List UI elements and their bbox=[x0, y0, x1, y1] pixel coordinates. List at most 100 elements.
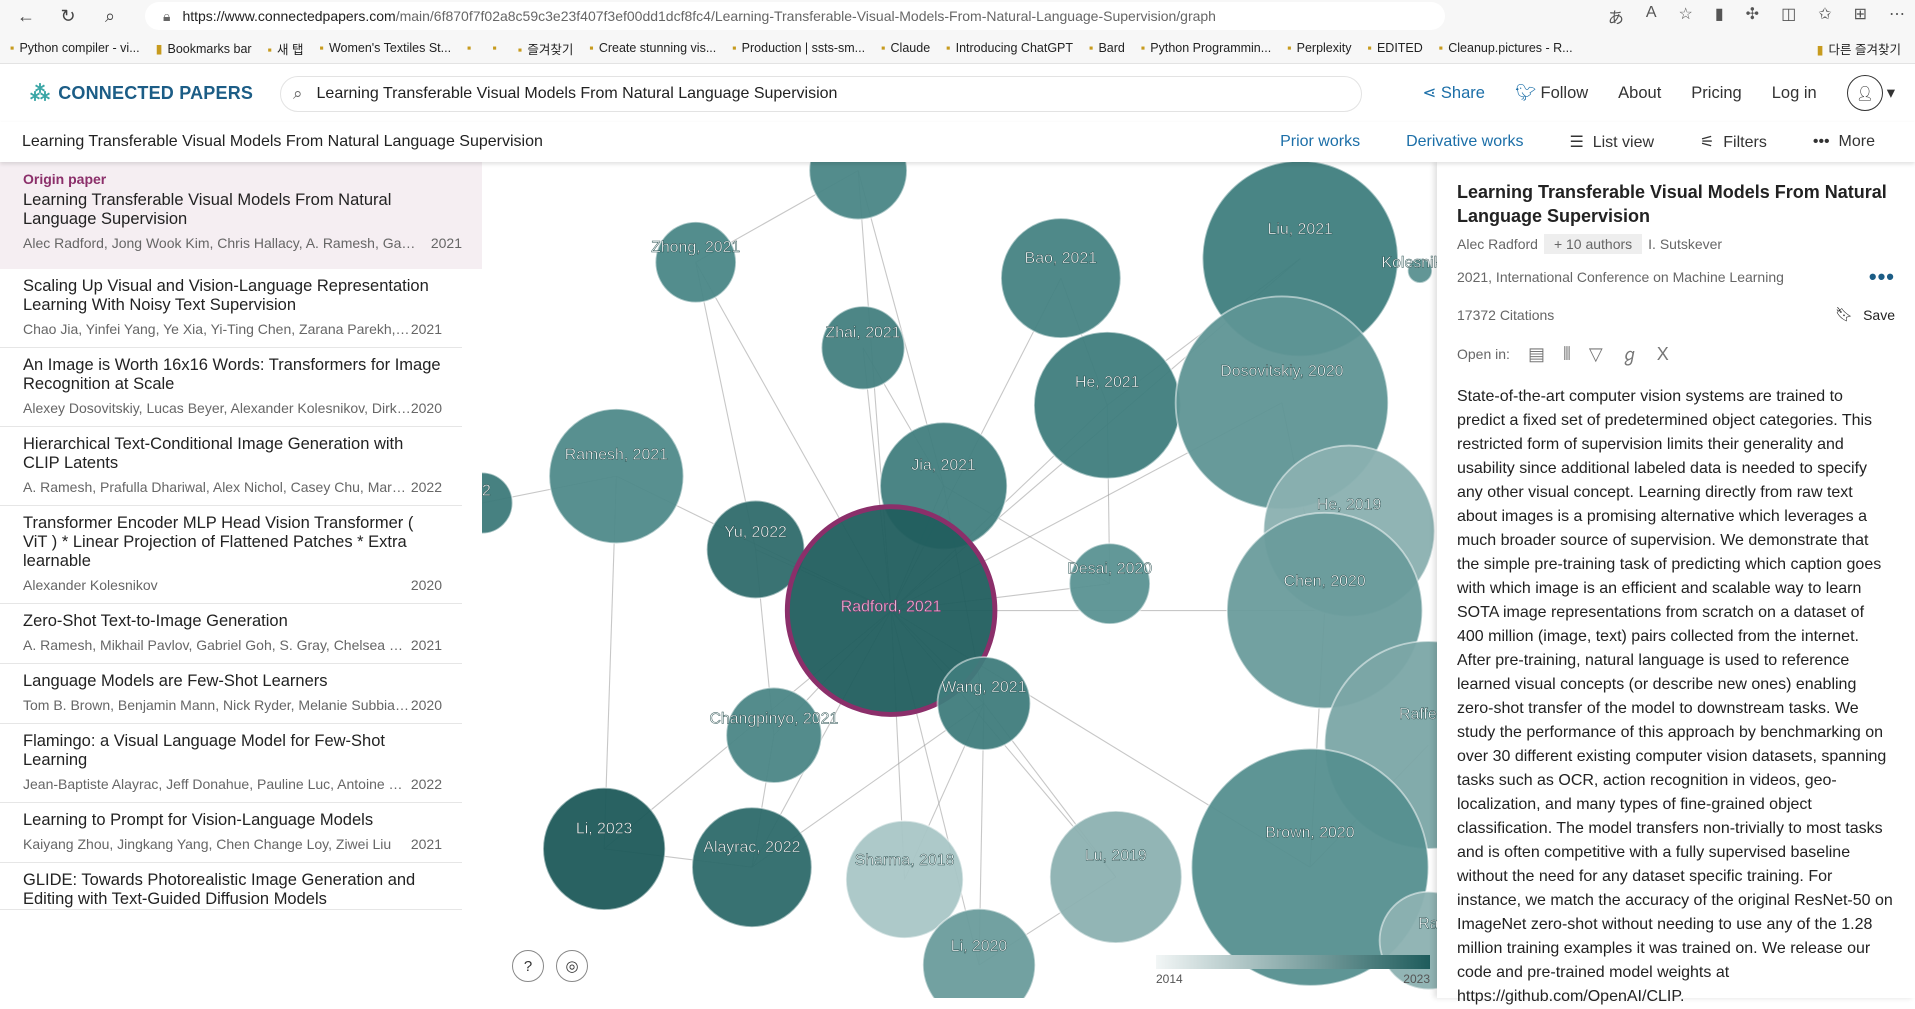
list-item[interactable]: Learning to Prompt for Vision-Language M… bbox=[0, 803, 462, 863]
back-icon[interactable]: ← bbox=[10, 6, 42, 27]
derivative-works-button[interactable]: Derivative works bbox=[1406, 133, 1523, 151]
list-item[interactable]: Transformer Encoder MLP Head Vision Tran… bbox=[0, 506, 462, 604]
graph-node[interactable]: Zhong, 2021 bbox=[651, 220, 741, 304]
graph-node[interactable]: Changpinyo, 2021 bbox=[709, 686, 839, 784]
node-circle[interactable] bbox=[542, 786, 667, 911]
bookmark-item[interactable]: ▪ 새 탭 bbox=[268, 39, 304, 58]
bookmark-item[interactable]: ▪ EDITED bbox=[1368, 41, 1423, 55]
list-item[interactable]: Flamingo: a Visual Language Model for Fe… bbox=[0, 724, 462, 803]
graph-node[interactable]: Lu, 2019 bbox=[1048, 810, 1183, 944]
node-circle[interactable] bbox=[691, 806, 813, 929]
bookmark-item[interactable]: ▪ Python Programmin... bbox=[1141, 41, 1271, 55]
google-scholar-icon[interactable]: ℊ bbox=[1621, 341, 1639, 367]
list-item[interactable]: Hierarchical Text-Conditional Image Gene… bbox=[0, 427, 462, 506]
puzzle-icon[interactable]: ✣ bbox=[1746, 4, 1759, 28]
bookmark-item[interactable]: ▪ Bard bbox=[1089, 41, 1125, 55]
graph-node[interactable]: Wang, 2021 bbox=[936, 656, 1032, 751]
bookmark-item[interactable]: ▪ Women's Textiles St... bbox=[320, 41, 452, 55]
bookmark-item[interactable]: ▪ Python compiler - vi... bbox=[10, 41, 140, 55]
x-icon[interactable]: X bbox=[1657, 344, 1669, 365]
pricing-link[interactable]: Pricing bbox=[1691, 84, 1741, 103]
about-link[interactable]: About bbox=[1618, 84, 1661, 103]
pdf-icon[interactable]: ▤ bbox=[1528, 344, 1545, 365]
prior-works-button[interactable]: Prior works bbox=[1280, 133, 1360, 151]
filters-button[interactable]: ⚟ Filters bbox=[1700, 132, 1767, 152]
more-button[interactable]: ••• More bbox=[1813, 133, 1875, 151]
node-circle[interactable] bbox=[1068, 542, 1151, 625]
bookmark-label: Create stunning vis... bbox=[598, 41, 717, 55]
bookmark-icon: ▪ bbox=[1438, 41, 1444, 55]
list-view-button[interactable]: ☰ List view bbox=[1569, 132, 1654, 152]
list-item[interactable]: Language Models are Few-Shot Learners Tom… bbox=[0, 664, 462, 724]
node-circle[interactable] bbox=[1033, 330, 1182, 480]
favorites-icon[interactable]: ✩ bbox=[1818, 4, 1831, 28]
graph-node[interactable]: Bao, 2021 bbox=[1000, 217, 1122, 339]
node-circle[interactable] bbox=[654, 220, 737, 304]
bookmark-item[interactable]: ▪ bbox=[492, 41, 501, 55]
favorite-star-icon[interactable]: ☆ bbox=[1679, 4, 1693, 28]
login-link[interactable]: Log in bbox=[1772, 84, 1817, 103]
save-button[interactable]: 🔖︎ Save bbox=[1835, 306, 1895, 323]
list-item[interactable]: Zero-Shot Text-to-Image Generation A. Ram… bbox=[0, 604, 462, 664]
bookmark-icon: ▪ bbox=[319, 41, 324, 55]
graph-node[interactable]: Alayrac, 2022 bbox=[691, 806, 813, 929]
node-circle[interactable] bbox=[1048, 810, 1183, 944]
node-label: Dosovitskiy, 2020 bbox=[1220, 363, 1343, 380]
follow-button[interactable]: 🐦︎ Follow bbox=[1515, 84, 1588, 103]
bookmark-item[interactable]: ▪ Claude bbox=[881, 41, 930, 55]
logo[interactable]: ⁂ CONNECTED PAPERS bbox=[30, 81, 253, 106]
node-label: Bao, 2021 bbox=[1025, 250, 1098, 267]
share-button[interactable]: ⋖ Share bbox=[1422, 83, 1484, 103]
list-item[interactable]: Scaling Up Visual and Vision-Language Re… bbox=[0, 269, 462, 348]
recenter-button[interactable]: ◎ bbox=[556, 950, 588, 982]
node-circle[interactable] bbox=[548, 407, 685, 545]
translate-icon[interactable]: あ bbox=[1608, 4, 1624, 28]
graph-node[interactable]: Zhai, 2021 bbox=[820, 305, 906, 391]
graph-node[interactable]: He, 2021 bbox=[1033, 330, 1182, 480]
more-authors-button[interactable]: + 10 authors bbox=[1543, 234, 1643, 254]
more-icon[interactable]: ⋯ bbox=[1889, 4, 1905, 28]
list-item[interactable]: An Image is Worth 16x16 Words: Transform… bbox=[0, 348, 462, 427]
last-author[interactable]: I. Sutskever bbox=[1648, 236, 1722, 252]
bookmark-item[interactable]: ▪ Perplexity bbox=[1287, 41, 1351, 55]
graph-node[interactable]: Li, 2023 bbox=[542, 786, 667, 911]
graph-node[interactable] bbox=[808, 162, 908, 221]
bookmark-item[interactable]: ▪ Create stunning vis... bbox=[589, 41, 716, 55]
more-options-icon[interactable]: ••• bbox=[1869, 264, 1895, 290]
list-item[interactable]: GLIDE: Towards Photorealistic Image Gene… bbox=[0, 863, 462, 910]
paper-year: 2021 bbox=[410, 637, 442, 653]
address-bar[interactable]: 🔒︎ https://www.connectedpapers.com/main/6… bbox=[145, 2, 1445, 30]
graph-node[interactable]: Desai, 2020 bbox=[1067, 542, 1152, 625]
node-circle[interactable] bbox=[808, 162, 908, 221]
node-circle[interactable] bbox=[820, 305, 906, 391]
graph-node[interactable]: Ramesh, 2021 bbox=[548, 407, 685, 545]
node-circle[interactable] bbox=[725, 686, 823, 784]
bookmark-item[interactable]: ▪ 즐겨찾기 bbox=[518, 39, 573, 58]
account-menu[interactable]: 👤︎ ▾ bbox=[1846, 75, 1895, 111]
split-icon[interactable]: ◫ bbox=[1781, 4, 1796, 28]
search-input[interactable]: ⌕ Learning Transferable Visual Models Fro… bbox=[280, 76, 1362, 112]
search-icon[interactable]: ⌕ bbox=[94, 6, 126, 27]
bookmark-item[interactable]: ▮ 다른 즐겨찾기 bbox=[1817, 39, 1901, 58]
graph-canvas[interactable]: Zhong, 2021 Bao, 2021 Liu, 2021 Kolesnikov Z… bbox=[482, 162, 1437, 998]
bookmark-item[interactable]: ▮ Bookmarks bar bbox=[156, 41, 252, 56]
node-label: Raffel, 2 bbox=[1399, 706, 1437, 723]
bookmark-item[interactable]: ▪ bbox=[467, 41, 476, 55]
origin-paper-item[interactable]: Origin paper Learning Transferable Visual… bbox=[0, 162, 482, 269]
node-circle[interactable] bbox=[1000, 217, 1122, 339]
bookmark-item[interactable]: ▪ Introducing ChatGPT bbox=[946, 41, 1073, 55]
help-button[interactable]: ? bbox=[512, 950, 544, 982]
extension-icon[interactable]: ▮ bbox=[1715, 4, 1724, 28]
bookmark-item[interactable]: ▪ Cleanup.pictures - R... bbox=[1439, 41, 1573, 55]
graph-svg[interactable]: Zhong, 2021 Bao, 2021 Liu, 2021 Kolesnikov Z… bbox=[482, 162, 1437, 998]
bookmark-item[interactable]: ▪ Production | ssts-sm... bbox=[732, 41, 865, 55]
node-circle[interactable] bbox=[936, 656, 1032, 751]
bookmark-label: Perplexity bbox=[1296, 41, 1352, 55]
collections-icon[interactable]: ⊞ bbox=[1854, 4, 1867, 28]
first-author[interactable]: Alec Radford bbox=[1457, 236, 1538, 252]
barcode-icon[interactable]: ⦀ bbox=[1563, 344, 1571, 365]
read-aloud-icon[interactable]: A bbox=[1646, 4, 1657, 28]
graph-node[interactable]: 22 bbox=[482, 471, 514, 535]
semantic-scholar-icon[interactable]: ▽ bbox=[1589, 344, 1603, 365]
reload-icon[interactable]: ↻ bbox=[52, 6, 84, 27]
